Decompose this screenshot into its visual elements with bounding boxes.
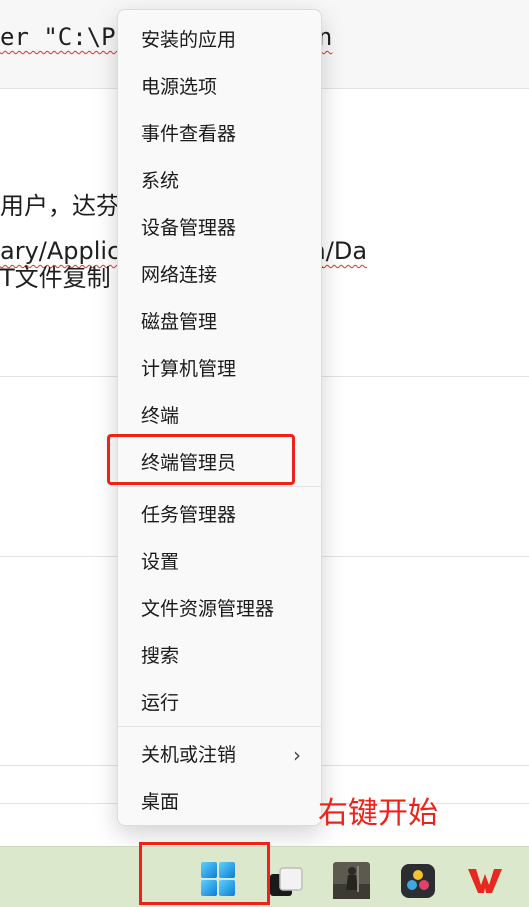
menu-item-shutdown-signout[interactable]: 关机或注销 › [118, 731, 321, 775]
wps-office-icon[interactable] [466, 866, 504, 896]
menu-separator [118, 726, 321, 727]
menu-item-task-manager[interactable]: 任务管理器 [118, 491, 321, 535]
menu-separator [118, 486, 321, 487]
menu-item-search[interactable]: 搜索 [118, 632, 321, 676]
menu-item-event-viewer[interactable]: 事件查看器 [118, 110, 321, 154]
menu-item-network-connections[interactable]: 网络连接 [118, 251, 321, 295]
menu-item-system[interactable]: 系统 [118, 157, 321, 201]
menu-item-installed-apps[interactable]: 安装的应用 [118, 16, 321, 60]
menu-item-computer-management[interactable]: 计算机管理 [118, 345, 321, 389]
highlight-terminal-admin [107, 434, 295, 485]
menu-item-run[interactable]: 运行 [118, 679, 321, 723]
menu-item-file-explorer[interactable]: 文件资源管理器 [118, 585, 321, 629]
menu-item-desktop[interactable]: 桌面 [118, 778, 321, 822]
game-app-icon[interactable] [333, 862, 370, 899]
menu-item-disk-management[interactable]: 磁盘管理 [118, 298, 321, 342]
menu-item-power-options[interactable]: 电源选项 [118, 63, 321, 107]
start-context-menu: 安装的应用 电源选项 事件查看器 系统 设备管理器 网络连接 磁盘管理 计算机管… [117, 9, 322, 826]
menu-item-device-manager[interactable]: 设备管理器 [118, 204, 321, 248]
highlight-start-button [139, 842, 270, 905]
menu-item-settings[interactable]: 设置 [118, 538, 321, 582]
davinci-resolve-icon[interactable] [401, 864, 435, 898]
task-view-icon[interactable] [270, 866, 304, 898]
annotation-right-click-start: 右键开始 [318, 796, 438, 831]
menu-item-terminal[interactable]: 终端 [118, 392, 321, 436]
chevron-right-icon: › [293, 743, 301, 767]
